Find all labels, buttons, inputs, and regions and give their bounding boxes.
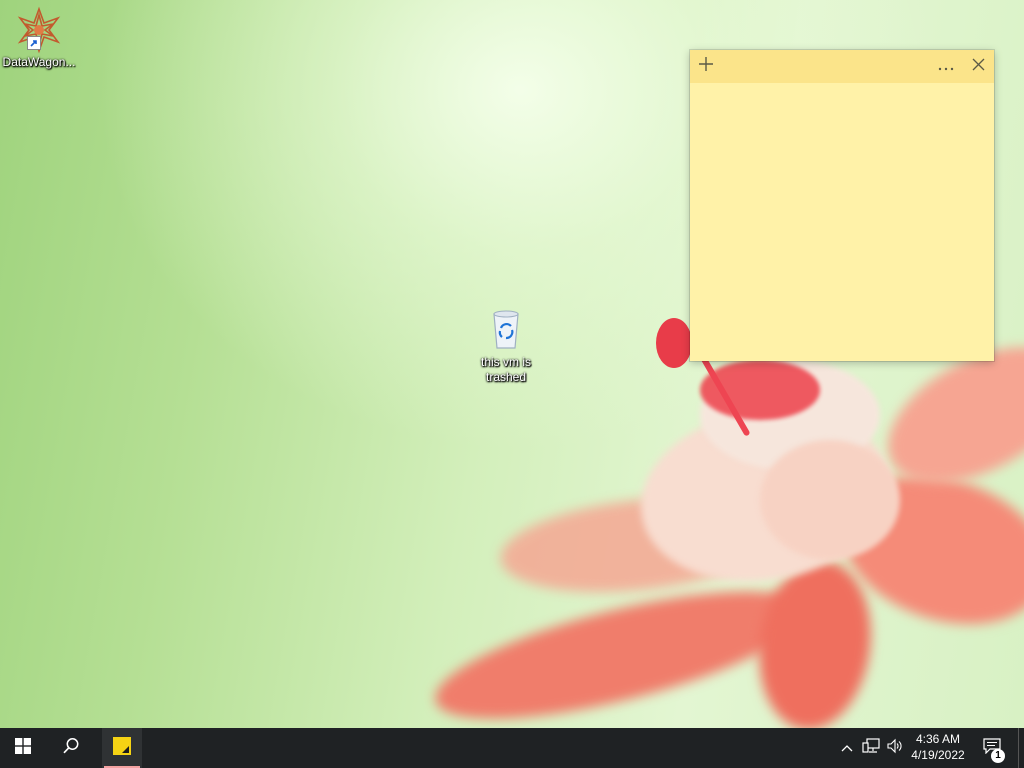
recycle-bin-icon: [482, 306, 530, 354]
desktop-icon-datawagon[interactable]: DataWagon...: [2, 6, 76, 70]
close-note-button[interactable]: [962, 50, 994, 83]
start-button[interactable]: [0, 728, 46, 768]
clock[interactable]: 4:36 AM 4/19/2022: [902, 731, 974, 763]
sticky-note-window[interactable]: [690, 50, 994, 361]
taskbar-app-sticky-notes[interactable]: [102, 728, 142, 768]
new-note-button[interactable]: [690, 50, 722, 83]
shortcut-arrow-icon: [27, 36, 41, 50]
network-icon: [862, 737, 880, 759]
desktop[interactable]: DataWagon... this vm is trashed: [0, 0, 1024, 728]
clock-date: 4/19/2022: [911, 748, 965, 762]
windows-logo-icon: [15, 737, 31, 759]
sticky-note-titlebar[interactable]: [690, 50, 994, 83]
plus-icon: [698, 56, 714, 77]
chevron-up-icon: [841, 739, 853, 757]
search-icon: [62, 737, 80, 760]
show-hidden-icons-button[interactable]: [838, 728, 856, 768]
note-text-area[interactable]: [690, 83, 994, 361]
notification-count-badge: 1: [991, 749, 1005, 763]
sticky-notes-icon: [112, 736, 132, 761]
close-icon: [972, 58, 985, 76]
desktop-icon-recycle-bin[interactable]: this vm is trashed: [469, 306, 543, 385]
action-center-button[interactable]: [978, 728, 1006, 768]
more-options-icon: [938, 58, 954, 76]
desktop-icon-label: this vm is trashed: [480, 355, 531, 384]
clock-time: 4:36 AM: [915, 732, 961, 746]
taskbar: 4:36 AM 4/19/2022: [0, 728, 1024, 768]
network-tray-button[interactable]: [860, 728, 882, 768]
datawagon-app-icon: [15, 6, 63, 54]
show-desktop-button[interactable]: [1018, 728, 1024, 768]
search-button[interactable]: [48, 728, 94, 768]
desktop-icon-label: DataWagon...: [2, 55, 76, 69]
menu-button[interactable]: [930, 50, 962, 83]
